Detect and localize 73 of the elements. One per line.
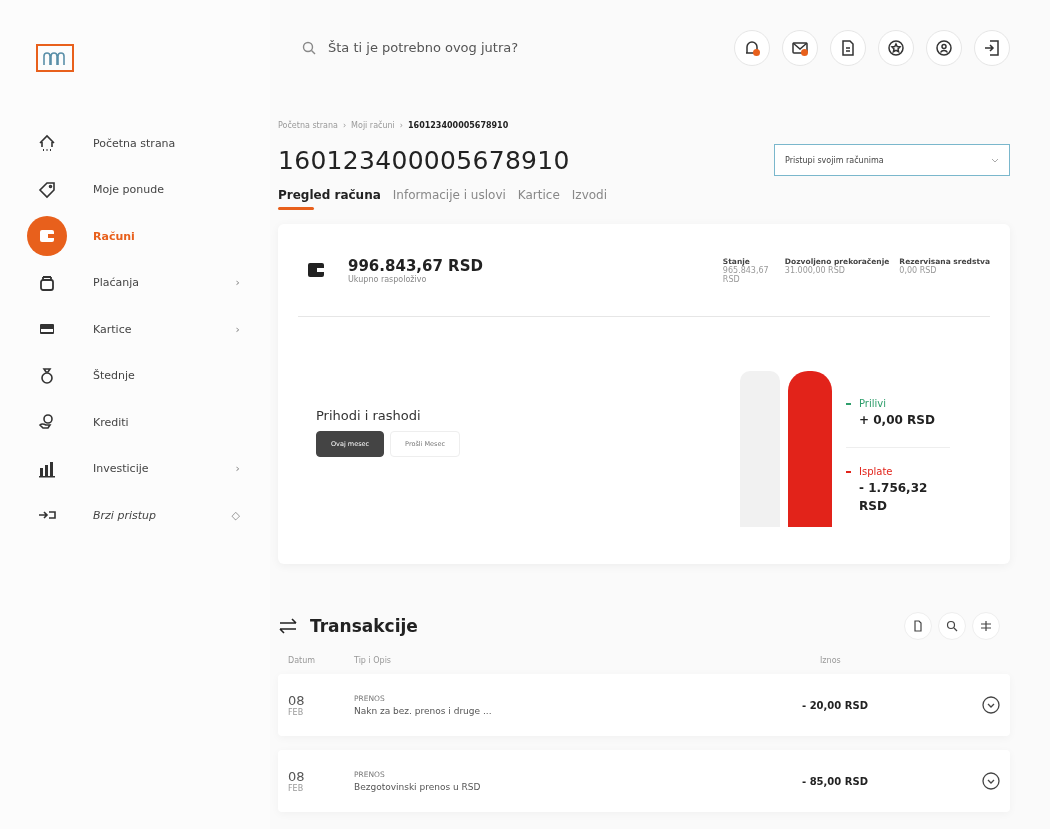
tab[interactable]: Kartice (517, 188, 560, 210)
header-icon-button[interactable] (734, 29, 770, 66)
transaction-month: FEB (288, 708, 305, 717)
tab[interactable]: Izvodi (571, 188, 608, 210)
legend-label: Isplate (859, 466, 893, 477)
search-icon (946, 620, 958, 632)
sidebar-item[interactable]: Plaćanja › (0, 259, 270, 306)
transaction-description: Nakn za bez. prenos i druge ... (354, 706, 493, 716)
search-button[interactable] (938, 612, 966, 640)
column-header: Iznos (820, 655, 842, 665)
filter-icon (980, 620, 992, 632)
account-number: 160123400005678910 (278, 145, 570, 175)
header-icon-button[interactable] (974, 29, 1010, 66)
transaction-amount: - 85,00 RSD (802, 775, 869, 787)
bank-logo[interactable] (36, 44, 74, 72)
search-icon (302, 40, 316, 55)
wallet-icon (306, 260, 326, 280)
header-icon-button[interactable] (878, 29, 914, 66)
sidebar-item[interactable]: Brzi pristup ◇ (0, 492, 270, 539)
stat-value: 0,00 RSD (899, 265, 938, 275)
home-icon (38, 134, 56, 153)
sidebar-item[interactable]: Početna strana (0, 120, 270, 167)
header-icon-button[interactable] (782, 29, 818, 66)
account-dropdown[interactable]: Pristupi svojim računima (774, 144, 1010, 176)
bell-icon (743, 38, 761, 57)
legend-label: Prilivi (859, 398, 886, 409)
header-icon-button[interactable] (830, 29, 866, 66)
legend-value: - 1.756,32 RSD (858, 480, 929, 515)
sidebar-item[interactable]: Moje ponude (0, 166, 270, 213)
filter-button[interactable] (972, 612, 1000, 640)
bar-chart-icon (38, 459, 56, 478)
logout-icon (983, 38, 1001, 57)
column-header: Tip i Opis (354, 655, 392, 665)
chevron-icon: › (235, 462, 240, 476)
expand-icon[interactable] (982, 696, 1000, 714)
basket-icon (38, 273, 56, 292)
available-amount: 996.843,67 RSD (348, 256, 484, 275)
amount-caption: Ukupno raspoloživo (348, 274, 428, 284)
transaction-day: 08 (288, 693, 354, 708)
user-icon (935, 38, 953, 57)
header-icon-button[interactable] (926, 29, 962, 66)
export-button[interactable] (904, 612, 932, 640)
star-badge-icon (887, 38, 905, 57)
transaction-description: Bezgotovinski prenos u RSD (354, 782, 482, 792)
transaction-day: 08 (288, 769, 354, 784)
tab[interactable]: Informacije i uslovi (392, 188, 506, 210)
chevron-icon: › (235, 276, 240, 290)
breadcrumb-separator: › (399, 121, 404, 130)
document-icon (839, 38, 857, 57)
caret-icon (991, 157, 999, 163)
tag-icon (38, 180, 56, 199)
chevron-icon: › (235, 322, 240, 336)
section-title: Prihodi i rashodi (316, 408, 422, 423)
stat-value: 31.000,00 RSD (784, 265, 845, 275)
transfer-arrows-icon (278, 618, 298, 634)
sidebar-item[interactable]: Kartice › (0, 306, 270, 353)
tab[interactable]: Pregled računa (278, 188, 381, 210)
transaction-month: FEB (288, 784, 305, 793)
expand-icon[interactable] (982, 772, 1000, 790)
coin-hand-icon (38, 413, 56, 432)
money-bag-icon (38, 366, 56, 385)
breadcrumb-separator: › (342, 121, 347, 130)
sidebar-item[interactable]: Investicije › (0, 445, 270, 492)
sidebar-item[interactable]: Krediti (0, 399, 270, 446)
sidebar-item[interactable]: Štednje (0, 352, 270, 399)
section-title: Transakcije (310, 616, 419, 636)
transaction-amount: - 20,00 RSD (802, 699, 869, 711)
stat-value: 965.843,67 RSD (722, 265, 770, 284)
search-field[interactable]: Šta ti je potrebno ovog jutra? (302, 39, 734, 56)
chevron-icon: ◇ (231, 508, 240, 522)
document-icon (912, 620, 924, 632)
column-header: Datum (288, 655, 317, 665)
legend-value: + 0,00 RSD (858, 412, 936, 429)
